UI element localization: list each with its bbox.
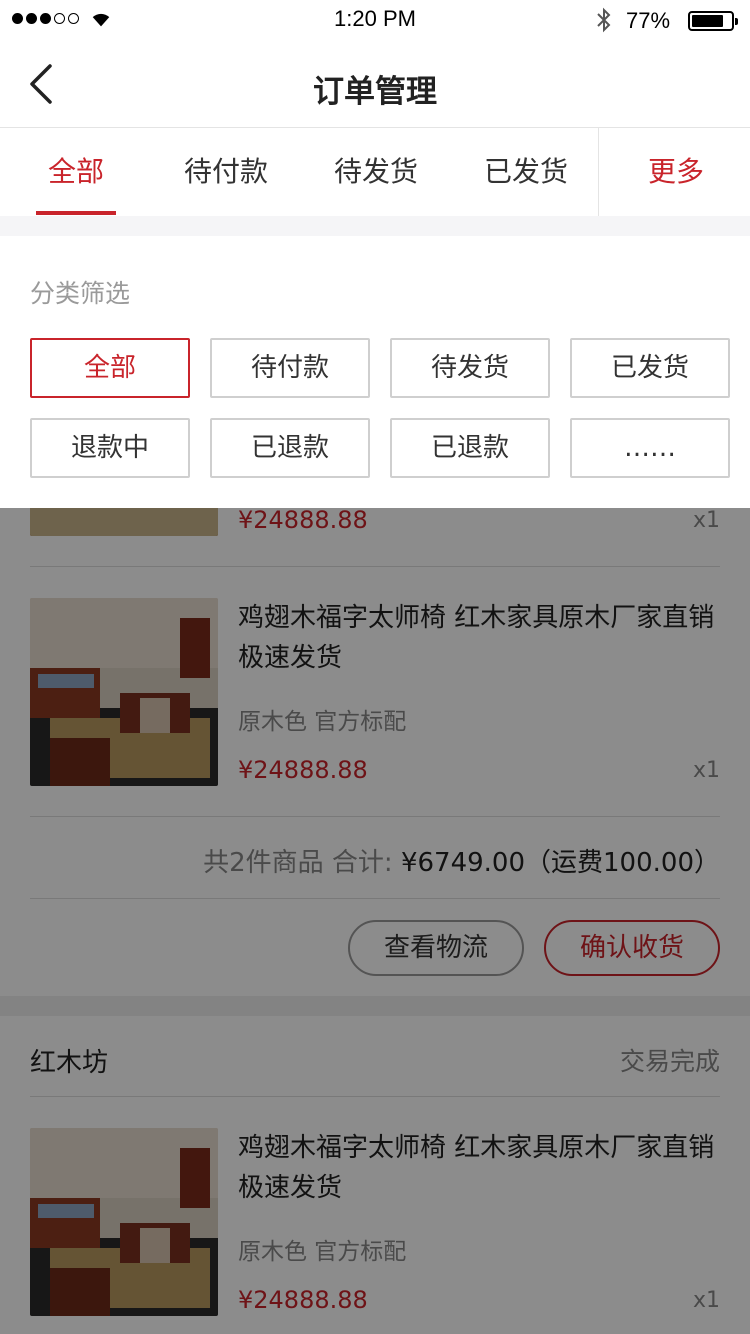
filter-chip-refunding[interactable]: 退款中: [30, 418, 190, 478]
tab-more[interactable]: 更多: [616, 128, 736, 216]
filter-chip-more[interactable]: ……: [570, 418, 730, 478]
tab-divider: [598, 128, 599, 216]
filter-chip-refunded[interactable]: 已退款: [210, 418, 370, 478]
active-tab-indicator: [36, 211, 116, 215]
battery-percentage: 77%: [626, 8, 671, 33]
order-tabs: 全部 待付款 待发货 已发货 更多: [0, 128, 750, 216]
nav-bar: 订单管理: [0, 40, 750, 128]
status-bar: 1:20 PM 77%: [0, 0, 750, 40]
page-title: 订单管理: [313, 74, 437, 110]
bluetooth-icon: [597, 7, 611, 33]
filter-title: 分类筛选: [30, 279, 131, 308]
filter-chip-all[interactable]: 全部: [30, 338, 190, 398]
tab-all[interactable]: 全部: [26, 128, 126, 216]
filter-chip-pending-shipment[interactable]: 待发货: [390, 338, 550, 398]
tab-pending-shipment[interactable]: 待发货: [316, 128, 436, 216]
filter-chip-refunded-2[interactable]: 已退款: [390, 418, 550, 478]
battery-icon: [688, 11, 738, 31]
filter-chip-shipped[interactable]: 已发货: [570, 338, 730, 398]
tab-shipped[interactable]: 已发货: [466, 128, 586, 216]
filter-chip-pending-payment[interactable]: 待付款: [210, 338, 370, 398]
section-gap: [0, 216, 750, 236]
filter-panel: 分类筛选 全部 待付款 待发货 已发货 退款中 已退款 已退款 ……: [0, 236, 750, 508]
tab-pending-payment[interactable]: 待付款: [166, 128, 286, 216]
